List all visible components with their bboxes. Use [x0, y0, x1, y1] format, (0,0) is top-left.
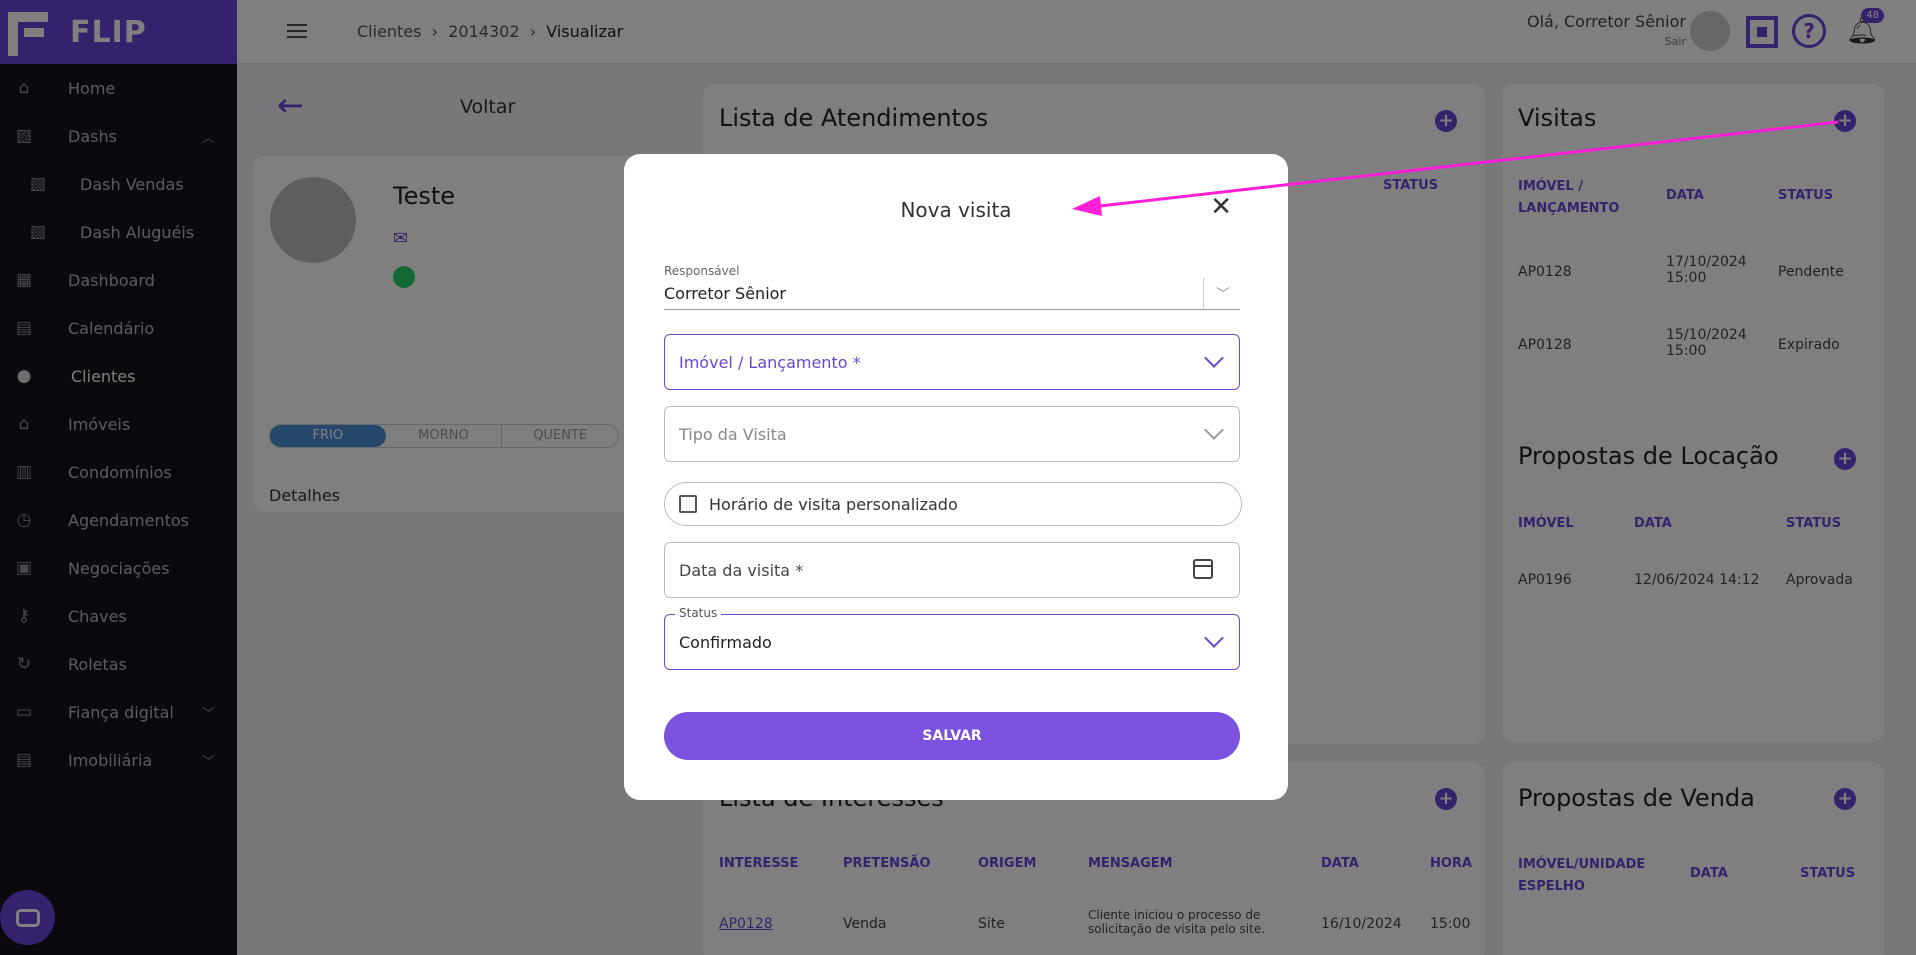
- annotation-arrow: [1072, 120, 1839, 216]
